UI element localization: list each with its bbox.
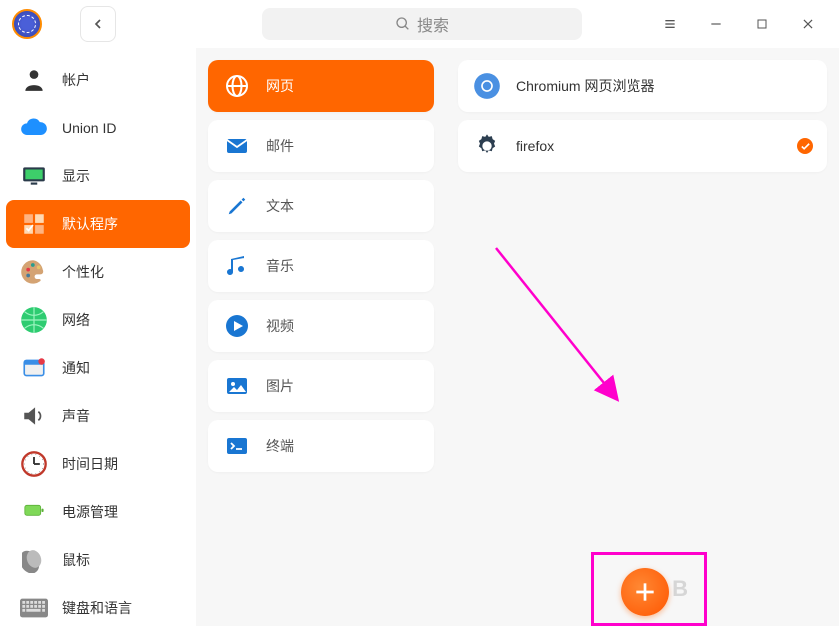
sidebar-item-label: 键盘和语言 [62,598,132,618]
plus-icon [632,579,658,605]
titlebar: 搜索 [0,0,839,48]
sidebar-item-power[interactable]: 电源管理 [0,488,196,536]
category-item-mail[interactable]: 邮件 [208,120,434,172]
default-check-icon [797,138,813,154]
category-label: 文本 [266,196,294,216]
music-icon [224,253,250,279]
cloud-icon [20,114,48,142]
menu-button[interactable] [659,13,681,35]
chevron-left-icon [90,16,106,32]
category-item-text[interactable]: 文本 [208,180,434,232]
pencil-icon [224,193,250,219]
gear-icon [472,131,502,161]
sidebar-item-label: 显示 [62,166,90,186]
sidebar-item-keyboard[interactable]: 键盘和语言 [0,584,196,626]
play-icon [224,313,250,339]
apps-icon [20,210,48,238]
category-list: 网页 邮件 文本 音乐 [196,48,446,626]
sidebar-item-datetime[interactable]: 时间日期 [0,440,196,488]
clock-icon [20,450,48,478]
sidebar-item-sound[interactable]: 声音 [0,392,196,440]
category-label: 网页 [266,76,294,96]
sidebar-item-personalize[interactable]: 个性化 [0,248,196,296]
search-placeholder: 搜索 [417,12,449,36]
category-label: 视频 [266,316,294,336]
category-label: 邮件 [266,136,294,156]
sidebar-item-label: 帐户 [62,70,90,90]
mouse-icon [20,546,48,574]
minimize-icon [709,17,723,31]
annotation-arrow [486,238,686,428]
sidebar-item-label: 声音 [62,406,90,426]
app-label: firefox [516,138,554,154]
search-icon [395,16,411,32]
network-icon [20,306,48,334]
monitor-icon [20,162,48,190]
category-item-web[interactable]: 网页 [208,60,434,112]
close-button[interactable] [797,13,819,35]
app-logo-icon [12,9,42,39]
app-list: Chromium 网页浏览器 firefox B [446,48,839,626]
app-item-chromium[interactable]: Chromium 网页浏览器 [458,60,827,112]
mail-icon [224,133,250,159]
globe-icon [224,73,250,99]
terminal-icon [224,433,250,459]
battery-icon [20,498,48,526]
minimize-button[interactable] [705,13,727,35]
sidebar-item-label: 个性化 [62,262,104,282]
sidebar-item-union-id[interactable]: Union ID [0,104,196,152]
sidebar-item-label: 鼠标 [62,550,90,570]
sidebar-item-mouse[interactable]: 鼠标 [0,536,196,584]
sidebar-item-network[interactable]: 网络 [0,296,196,344]
sidebar-item-notification[interactable]: 通知 [0,344,196,392]
keyboard-icon [20,594,48,622]
category-label: 图片 [266,376,294,396]
category-item-video[interactable]: 视频 [208,300,434,352]
close-icon [801,17,815,31]
sidebar-item-account[interactable]: 帐户 [0,56,196,104]
chromium-icon [472,71,502,101]
sidebar-item-display[interactable]: 显示 [0,152,196,200]
sidebar-item-default-apps[interactable]: 默认程序 [6,200,190,248]
back-button[interactable] [80,6,116,42]
sidebar-item-label: 网络 [62,310,90,330]
sidebar-item-label: 时间日期 [62,454,118,474]
maximize-button[interactable] [751,13,773,35]
sidebar-item-label: 电源管理 [62,502,118,522]
sidebar: 帐户 Union ID 显示 默认程序 [0,48,196,626]
search-input[interactable]: 搜索 [262,8,582,40]
add-app-button[interactable] [621,568,669,616]
hamburger-icon [662,16,678,32]
sidebar-item-label: 默认程序 [62,214,118,234]
watermark: B [672,576,689,602]
image-icon [224,373,250,399]
palette-icon [20,258,48,286]
category-item-terminal[interactable]: 终端 [208,420,434,472]
app-label: Chromium 网页浏览器 [516,76,654,96]
category-item-image[interactable]: 图片 [208,360,434,412]
speaker-icon [20,402,48,430]
sidebar-item-label: 通知 [62,358,90,378]
app-item-firefox[interactable]: firefox [458,120,827,172]
window-controls [659,13,827,35]
user-icon [20,66,48,94]
notification-icon [20,354,48,382]
category-label: 终端 [266,436,294,456]
category-label: 音乐 [266,256,294,276]
category-item-music[interactable]: 音乐 [208,240,434,292]
sidebar-item-label: Union ID [62,120,116,136]
maximize-icon [756,18,768,30]
